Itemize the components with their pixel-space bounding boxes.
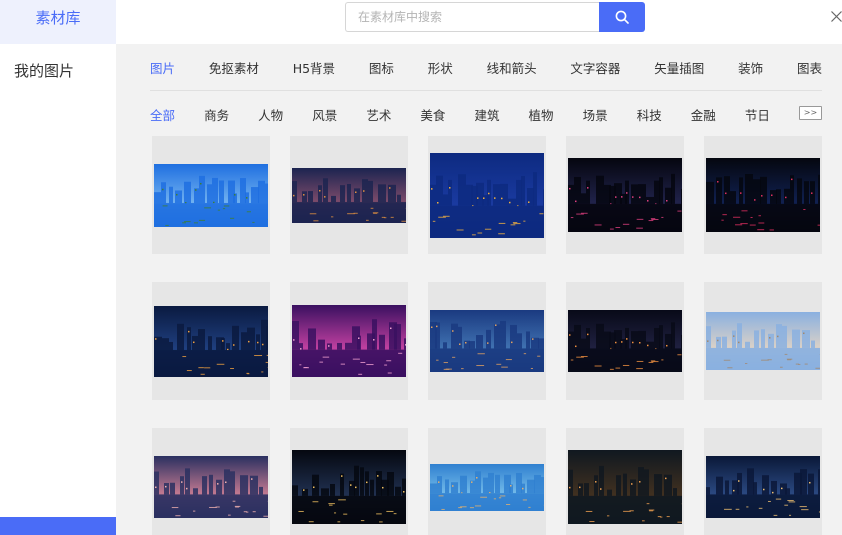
category-10[interactable]: 金融 <box>691 105 716 125</box>
tab-6[interactable]: 文字容器 <box>570 58 620 80</box>
image-card[interactable] <box>152 136 270 254</box>
classical-building-image <box>706 312 820 370</box>
category-7[interactable]: 植物 <box>529 105 554 125</box>
tab-3[interactable]: 图标 <box>369 58 394 80</box>
search-bar <box>345 2 645 32</box>
image-thumbnail <box>430 463 544 511</box>
image-card[interactable] <box>428 428 546 535</box>
image-card[interactable] <box>290 282 408 400</box>
category-2[interactable]: 人物 <box>258 105 283 125</box>
tab-7[interactable]: 矢量插图 <box>654 58 704 80</box>
image-card[interactable] <box>566 136 684 254</box>
image-thumbnail <box>154 456 268 518</box>
sidebar-bottom-bar <box>0 517 116 535</box>
city-light-trails-image <box>568 158 682 232</box>
image-card[interactable] <box>704 428 822 535</box>
tab-4[interactable]: 形状 <box>428 58 453 80</box>
image-card[interactable] <box>428 136 546 254</box>
tab-0[interactable]: 图片 <box>150 58 175 80</box>
eiffel-tower-day-image <box>154 163 268 227</box>
image-thumbnail <box>706 312 820 370</box>
category-9[interactable]: 科技 <box>637 105 662 125</box>
image-thumbnail <box>568 310 682 372</box>
shanghai-skyline-reflection-image <box>154 305 268 377</box>
shanghai-pink-dusk-image <box>154 456 268 518</box>
category-11[interactable]: 节日 <box>745 105 770 125</box>
city-night-aerial-image <box>568 310 682 372</box>
search-icon <box>615 10 629 24</box>
image-card[interactable] <box>152 428 270 535</box>
image-card[interactable] <box>290 428 408 535</box>
main-panel: 图片 免抠素材 H5背景 图标 形状 线和箭头 文字容器 矢量插图 装饰 图表 全部 商务 人物 风景 艺… <box>116 44 842 535</box>
image-thumbnail <box>292 305 406 377</box>
category-8[interactable]: 场景 <box>583 105 608 125</box>
image-card[interactable] <box>566 428 684 535</box>
sidebar-item-label: 我的图片 <box>14 62 75 80</box>
image-card[interactable] <box>290 136 408 254</box>
category-1[interactable]: 商务 <box>204 105 229 125</box>
canal-street-night-image <box>568 450 682 524</box>
image-thumbnail <box>706 456 820 518</box>
image-card[interactable] <box>704 282 822 400</box>
more-label: >> <box>803 108 818 117</box>
sidebar-item-my-images[interactable]: 我的图片 <box>0 60 116 86</box>
image-thumbnail <box>568 158 682 232</box>
london-eye-dusk-image <box>430 310 544 372</box>
image-card[interactable] <box>152 282 270 400</box>
image-thumbnail <box>706 158 820 232</box>
image-thumbnail <box>292 167 406 223</box>
category-0[interactable]: 全部 <box>150 105 175 125</box>
close-icon <box>830 10 842 22</box>
tab-8[interactable]: 装饰 <box>738 58 763 80</box>
tab-9[interactable]: 图表 <box>797 58 822 80</box>
category-5[interactable]: 美食 <box>420 105 445 125</box>
category-6[interactable]: 建筑 <box>474 105 499 125</box>
waterfront-towers-night-image <box>292 450 406 524</box>
tab-5[interactable]: 线和箭头 <box>487 58 537 80</box>
more-categories-button[interactable]: >> <box>799 106 822 120</box>
image-card[interactable] <box>428 282 546 400</box>
type-tabs: 图片 免抠素材 H5背景 图标 形状 线和箭头 文字容器 矢量插图 装饰 图表 <box>150 58 822 80</box>
sidebar-item-material-library[interactable]: 素材库 <box>0 0 116 44</box>
shanghai-purple-sunset-image <box>292 305 406 377</box>
image-thumbnail <box>568 450 682 524</box>
search-button[interactable] <box>599 2 645 32</box>
search-input[interactable] <box>345 2 599 32</box>
image-thumbnail <box>292 450 406 524</box>
image-card[interactable] <box>566 282 684 400</box>
category-tabs: 全部 商务 人物 风景 艺术 美食 建筑 植物 场景 科技 金融 节日 <box>150 105 770 125</box>
tabs-divider <box>150 90 822 91</box>
image-card[interactable] <box>704 136 822 254</box>
city-harbor-night-image <box>430 152 544 238</box>
close-button[interactable] <box>826 6 842 26</box>
venice-canal-day-image <box>430 463 544 511</box>
image-thumbnail <box>154 163 268 227</box>
sidebar: 素材库 我的图片 <box>0 0 116 535</box>
sidebar-item-label: 素材库 <box>35 9 81 27</box>
category-4[interactable]: 艺术 <box>366 105 391 125</box>
image-thumbnail <box>154 305 268 377</box>
image-thumbnail <box>430 152 544 238</box>
tab-2[interactable]: H5背景 <box>293 58 335 80</box>
tab-1[interactable]: 免抠素材 <box>209 58 259 80</box>
image-thumbnail <box>430 310 544 372</box>
toronto-skyline-night-image <box>706 158 820 232</box>
category-3[interactable]: 风景 <box>312 105 337 125</box>
city-highway-trails-image <box>706 456 820 518</box>
paris-night-aerial-image <box>292 167 406 223</box>
